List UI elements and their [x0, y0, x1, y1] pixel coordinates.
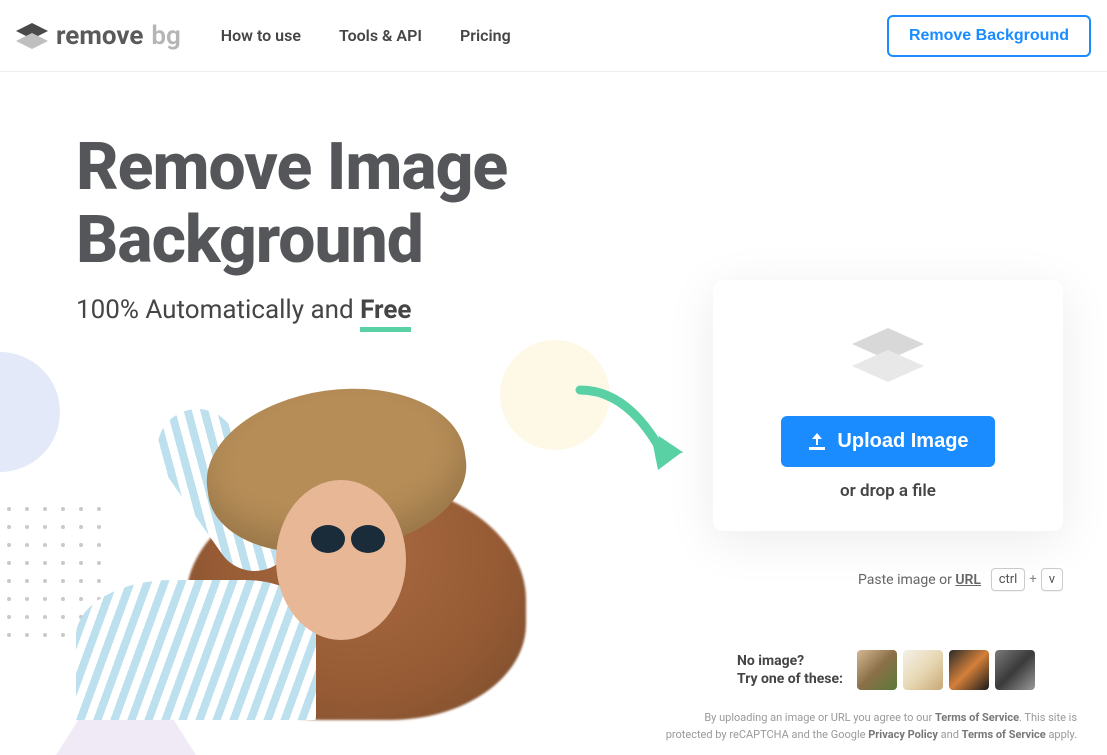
kbd-plus: + [1029, 572, 1036, 587]
hero-image [76, 360, 516, 690]
stack-icon [733, 328, 1043, 392]
upload-icon [807, 433, 827, 451]
tos-link[interactable]: Terms of Service [935, 711, 1019, 724]
sample-thumb-2[interactable] [903, 650, 943, 690]
upload-image-button[interactable]: Upload Image [781, 416, 994, 467]
tos-link-2[interactable]: Terms of Service [962, 728, 1046, 741]
sample-thumbnails [857, 650, 1035, 690]
logo-icon [16, 23, 48, 49]
decorative-halfcircle [0, 352, 60, 472]
nav-pricing[interactable]: Pricing [460, 26, 511, 45]
logo-text-main: remove [56, 21, 143, 51]
logo-text-suffix: bg [151, 21, 180, 51]
arrow-icon [570, 380, 690, 490]
privacy-link[interactable]: Privacy Policy [868, 728, 938, 741]
sample-images: No image? Try one of these: [737, 650, 1035, 690]
upload-card[interactable]: Upload Image or drop a file [713, 280, 1063, 531]
remove-background-button[interactable]: Remove Background [887, 15, 1091, 57]
sample-thumb-1[interactable] [857, 650, 897, 690]
subtitle-prefix: 100% Automatically and [76, 295, 360, 325]
sample-thumb-3[interactable] [949, 650, 989, 690]
kbd-ctrl: ctrl [991, 568, 1026, 591]
upload-button-label: Upload Image [837, 430, 968, 453]
title-line1: Remove Image [76, 129, 507, 206]
paste-prefix: Paste image or [858, 572, 955, 588]
main-nav: How to use Tools & API Pricing [221, 26, 511, 45]
subtitle-free: Free [360, 295, 411, 332]
header: removebg How to use Tools & API Pricing … [0, 0, 1107, 72]
drop-file-text: or drop a file [733, 481, 1043, 501]
page-title: Remove Image Background [76, 132, 1067, 277]
kbd-v: v [1041, 568, 1063, 591]
legal-text: By uploading an image or URL you agree t… [657, 710, 1077, 743]
title-line2: Background [76, 202, 423, 279]
samples-line2: Try one of these: [737, 670, 843, 688]
logo[interactable]: remove bg [16, 21, 181, 51]
sample-thumb-4[interactable] [995, 650, 1035, 690]
nav-tools-api[interactable]: Tools & API [339, 26, 422, 45]
keyboard-shortcut: ctrl + v [991, 568, 1063, 591]
nav-how-to-use[interactable]: How to use [221, 26, 301, 45]
paste-url-link[interactable]: URL [955, 572, 981, 588]
samples-line1: No image? [737, 652, 843, 670]
samples-text: No image? Try one of these: [737, 652, 843, 688]
